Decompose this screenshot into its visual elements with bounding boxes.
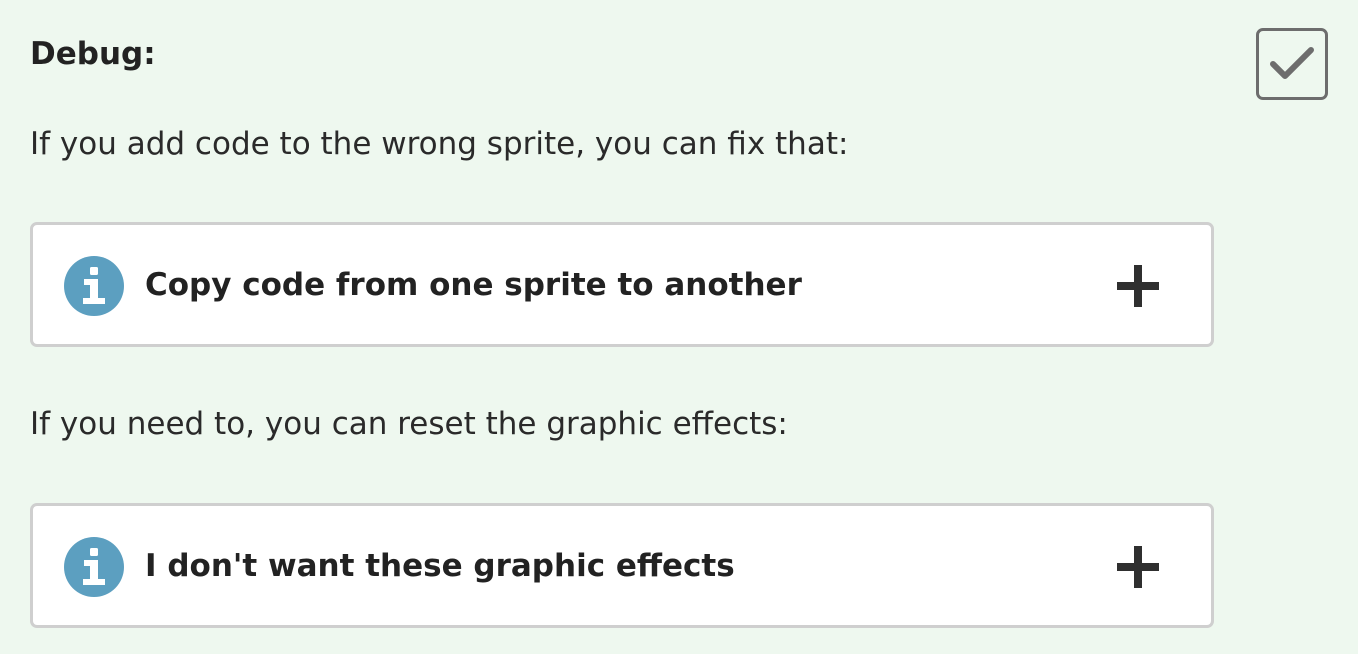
debug-heading: Debug: bbox=[30, 36, 156, 72]
instruction-text-1: If you add code to the wrong sprite, you… bbox=[30, 126, 849, 162]
plus-icon[interactable] bbox=[1117, 546, 1159, 588]
panel-title: Copy code from one sprite to another bbox=[145, 267, 802, 303]
instruction-text-2: If you need to, you can reset the graphi… bbox=[30, 406, 788, 442]
info-icon bbox=[64, 537, 124, 597]
check-icon bbox=[1270, 47, 1314, 79]
plus-icon[interactable] bbox=[1117, 265, 1159, 307]
task-complete-checkbox[interactable] bbox=[1256, 28, 1328, 100]
panel-title: I don't want these graphic effects bbox=[145, 548, 735, 584]
collapsible-panel-copy-code[interactable]: Copy code from one sprite to another bbox=[30, 222, 1214, 347]
info-icon bbox=[64, 256, 124, 316]
collapsible-panel-graphic-effects[interactable]: I don't want these graphic effects bbox=[30, 503, 1214, 628]
